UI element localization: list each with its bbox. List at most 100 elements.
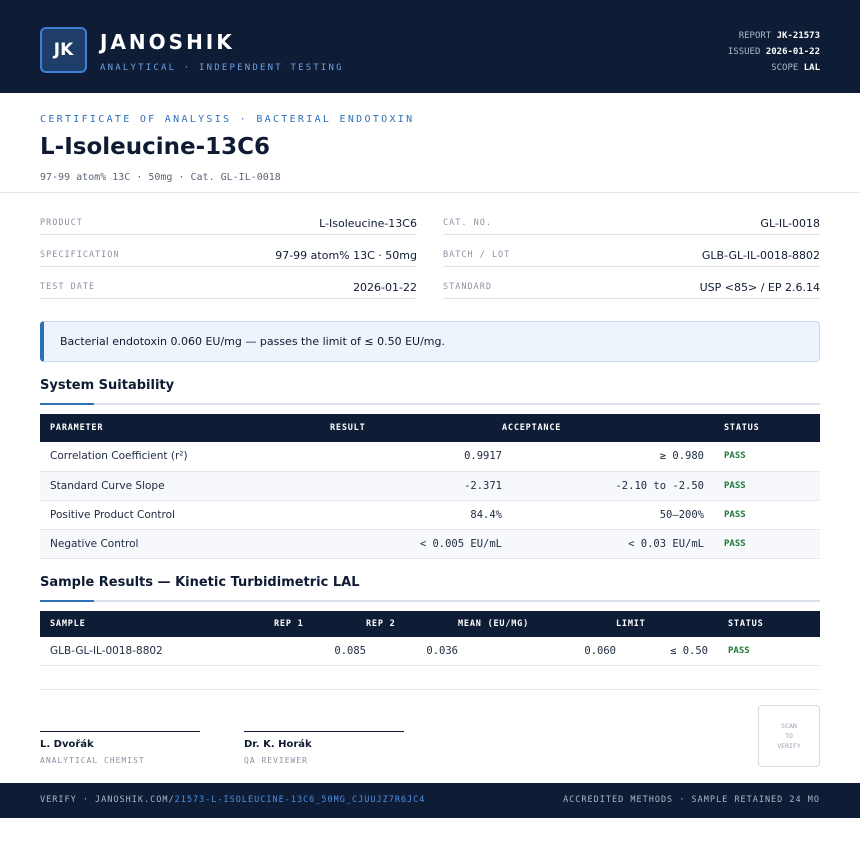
- qr-text: SCAN: [781, 722, 797, 730]
- info-value: L-Isoleucine-13C6: [319, 217, 417, 230]
- scope-value: LAL: [803, 63, 820, 73]
- info-value: 97-99 atom% 13C · 50mg: [275, 249, 417, 262]
- mean-cell: 0.060: [458, 637, 616, 666]
- info-value: 2026-01-22: [353, 281, 417, 294]
- issued-label: ISSUED: [727, 47, 761, 57]
- acceptance-cell: < 0.03 EU/mL: [502, 529, 714, 559]
- table-row: GLB-GL-IL-0018-8802 0.085 0.036 0.060 ≤ …: [40, 637, 820, 666]
- table-header-row: SAMPLE REP 1 REP 2 MEAN (EU/MG) LIMIT ST…: [40, 611, 820, 637]
- divider: [40, 689, 820, 690]
- issued-value: 2026-01-22: [765, 47, 820, 57]
- info-label: TEST DATE: [40, 282, 96, 292]
- report-header: JK JANOSHIK ANALYTICAL · INDEPENDENT TES…: [0, 0, 860, 93]
- section-rule: [40, 403, 820, 405]
- status-badge: PASS: [718, 637, 820, 666]
- table-row: Negative Control < 0.005 EU/mL < 0.03 EU…: [40, 529, 820, 559]
- report-label: REPORT: [738, 31, 772, 41]
- acceptance-cell: 50–200%: [502, 500, 714, 530]
- sample-cell: GLB-GL-IL-0018-8802: [40, 637, 274, 666]
- report-footer: VERIFY · JANOSHIK.COM/21573-L-ISOLEUCINE…: [0, 783, 860, 818]
- table-header-row: PARAMETER RESULT ACCEPTANCE STATUS: [40, 414, 820, 442]
- info-label: SPECIFICATION: [40, 250, 120, 260]
- status-badge: PASS: [714, 500, 820, 530]
- info-label: BATCH / LOT: [443, 250, 511, 260]
- info-label: CAT. NO.: [443, 218, 492, 228]
- info-row-batch-lot: BATCH / LOT GLB-GL-IL-0018-8802: [443, 235, 820, 267]
- system-suitability-table: PARAMETER RESULT ACCEPTANCE STATUS Corre…: [40, 414, 820, 559]
- info-value: USP <85> / EP 2.6.14: [699, 281, 820, 294]
- parameter-cell: Negative Control: [40, 529, 330, 559]
- verify-line: VERIFY · JANOSHIK.COM/21573-L-ISOLEUCINE…: [40, 795, 425, 805]
- column-header: MEAN (EU/MG): [458, 619, 530, 629]
- acceptance-cell: ≥ 0.980: [502, 442, 714, 472]
- verify-link[interactable]: 21573-L-ISOLEUCINE-13C6_50MG_CJUUJZ7R6JC…: [175, 795, 426, 805]
- result-cell: < 0.005 EU/mL: [330, 529, 502, 559]
- info-label: PRODUCT: [40, 218, 83, 228]
- brand-logo: JK: [40, 27, 87, 73]
- column-header: PARAMETER: [50, 423, 104, 433]
- column-header: RESULT: [330, 423, 366, 433]
- result-cell: 0.9917: [330, 442, 502, 472]
- table-row: Positive Product Control 84.4% 50–200% P…: [40, 500, 820, 530]
- result-cell: 84.4%: [330, 500, 502, 530]
- info-row-product: PRODUCT L-Isoleucine-13C6: [40, 203, 417, 235]
- column-header: LIMIT: [616, 619, 646, 629]
- parameter-cell: Standard Curve Slope: [40, 471, 330, 501]
- table-row: Correlation Coefficient (r²) 0.9917 ≥ 0.…: [40, 442, 820, 472]
- brand-name: JANOSHIK: [100, 30, 235, 54]
- issued-line: ISSUED 2026-01-22: [728, 44, 820, 60]
- info-row-standard: STANDARD USP <85> / EP 2.6.14: [443, 267, 820, 299]
- brand-tagline: ANALYTICAL · INDEPENDENT TESTING: [100, 63, 344, 73]
- scope-label: SCOPE: [771, 63, 799, 73]
- qr-text: VERIFY: [777, 742, 801, 750]
- column-header: ACCEPTANCE: [502, 423, 562, 433]
- signatory-role: ANALYTICAL CHEMIST: [40, 756, 145, 765]
- signature-line: [40, 731, 200, 732]
- status-badge: PASS: [714, 442, 820, 472]
- report-value: JK-21573: [776, 31, 820, 41]
- rep2-cell: 0.036: [366, 637, 458, 666]
- qr-text: TO: [785, 732, 793, 740]
- verify-prefix: VERIFY · JANOSHIK.COM/: [40, 795, 175, 805]
- sample-results-table: SAMPLE REP 1 REP 2 MEAN (EU/MG) LIMIT ST…: [40, 611, 820, 666]
- info-value: GL-IL-0018: [760, 217, 820, 230]
- info-row-cat-no: CAT. NO. GL-IL-0018: [443, 203, 820, 235]
- status-badge: PASS: [714, 529, 820, 559]
- section-rule: [40, 600, 820, 602]
- report-id-line: REPORT JK-21573: [728, 28, 820, 44]
- status-badge: PASS: [714, 471, 820, 501]
- result-summary-banner: Bacterial endotoxin 0.060 EU/mg — passes…: [40, 321, 820, 362]
- page-title: L-Isoleucine-13C6: [40, 134, 271, 160]
- report-meta: REPORT JK-21573 ISSUED 2026-01-22 SCOPE …: [728, 28, 820, 76]
- signatory-role: QA REVIEWER: [244, 756, 308, 765]
- table-row: Standard Curve Slope -2.371 -2.10 to -2.…: [40, 471, 820, 501]
- acceptance-cell: -2.10 to -2.50: [502, 471, 714, 501]
- section-title-sample-results: Sample Results — Kinetic Turbidimetric L…: [40, 575, 360, 590]
- signatory-name: Dr. K. Horák: [244, 739, 312, 750]
- signatory-name: L. Dvořák: [40, 739, 94, 750]
- column-header: SAMPLE: [50, 619, 86, 629]
- section-rule-accent: [40, 403, 94, 405]
- limit-cell: ≤ 0.50: [616, 637, 718, 666]
- result-summary-text: Bacterial endotoxin 0.060 EU/mg — passes…: [60, 335, 445, 348]
- scope-line: SCOPE LAL: [728, 60, 820, 76]
- column-header: STATUS: [724, 423, 760, 433]
- footer-note: ACCREDITED METHODS · SAMPLE RETAINED 24 …: [563, 795, 820, 805]
- qr-verify-box[interactable]: SCAN TO VERIFY: [758, 705, 820, 767]
- info-row-specification: SPECIFICATION 97-99 atom% 13C · 50mg: [40, 235, 417, 267]
- rep1-cell: 0.085: [274, 637, 366, 666]
- info-label: STANDARD: [443, 282, 492, 292]
- info-row-test-date: TEST DATE 2026-01-22: [40, 267, 417, 299]
- document-eyebrow: CERTIFICATE OF ANALYSIS · BACTERIAL ENDO…: [40, 114, 415, 125]
- section-rule-accent: [40, 600, 94, 602]
- column-header: STATUS: [728, 619, 764, 629]
- section-title-system-suitability: System Suitability: [40, 378, 175, 393]
- info-value: GLB-GL-IL-0018-8802: [701, 249, 820, 262]
- page-subtitle: 97-99 atom% 13C · 50mg · Cat. GL-IL-0018: [40, 172, 281, 183]
- column-header: REP 2: [366, 619, 396, 629]
- signature-line: [244, 731, 404, 732]
- signature-block: Dr. K. Horák QA REVIEWER: [244, 731, 404, 765]
- column-header: REP 1: [274, 619, 304, 629]
- result-cell: -2.371: [330, 471, 502, 501]
- parameter-cell: Positive Product Control: [40, 500, 330, 530]
